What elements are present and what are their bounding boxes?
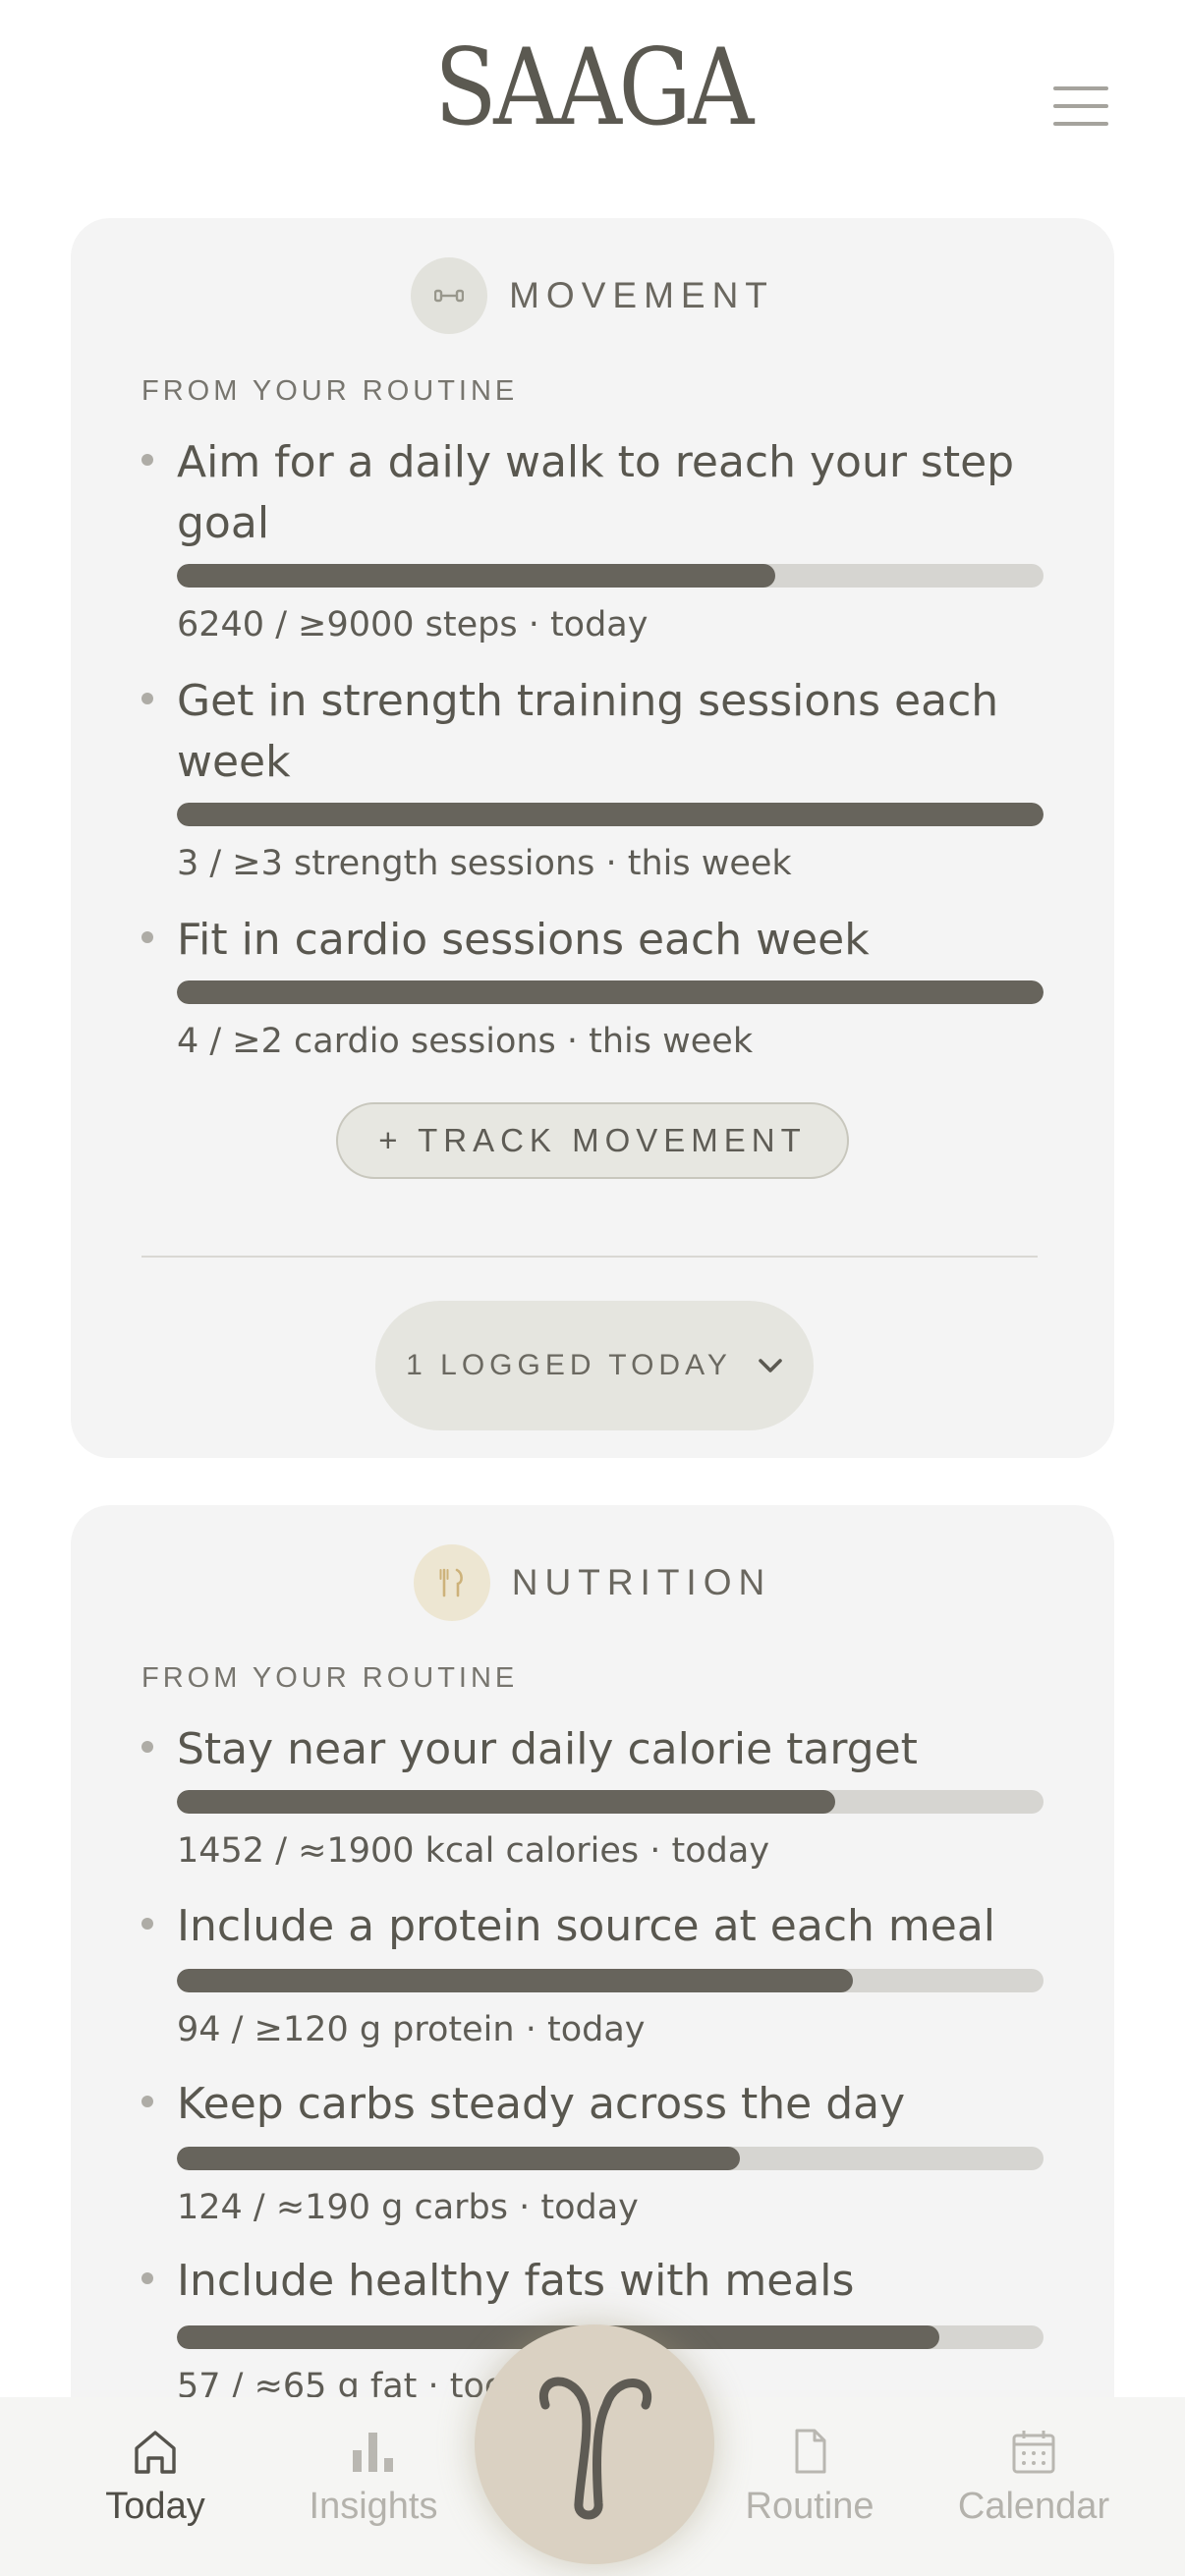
movement-card-header: MOVEMENT bbox=[71, 257, 1114, 334]
goal-meta: 3 / ≥3 strength sessions · this week bbox=[177, 844, 792, 883]
nav-label: Today bbox=[105, 2486, 205, 2527]
track-movement-button[interactable]: + TRACK MOVEMENT bbox=[336, 1102, 849, 1179]
chevron-down-icon bbox=[759, 1359, 782, 1372]
progress-fill bbox=[177, 1790, 836, 1814]
bullet bbox=[141, 2272, 153, 2284]
bar-chart-icon bbox=[353, 2433, 393, 2472]
progress-fill bbox=[177, 803, 1044, 826]
movement-card: MOVEMENT FROM YOUR ROUTINE Aim for a dai… bbox=[71, 218, 1114, 1458]
bullet bbox=[141, 454, 153, 466]
home-icon bbox=[135, 2431, 176, 2474]
nav-item-insights[interactable]: Insights bbox=[275, 2427, 472, 2528]
bullet bbox=[141, 931, 153, 943]
nav-label: Routine bbox=[745, 2486, 875, 2527]
nutrition-section-label: FROM YOUR ROUTINE bbox=[141, 1662, 519, 1694]
logged-today-label: 1 LOGGED TODAY bbox=[406, 1349, 732, 1381]
saaga-monogram-icon bbox=[538, 2377, 652, 2520]
nutrition-card-header: NUTRITION bbox=[71, 1544, 1114, 1621]
goal-meta: 4 / ≥2 cardio sessions · this week bbox=[177, 1022, 754, 1061]
document-icon bbox=[795, 2429, 826, 2474]
goal-text: Fit in cardio sessions each week bbox=[177, 915, 870, 965]
progress-fill bbox=[177, 564, 775, 588]
calendar-icon bbox=[1012, 2431, 1055, 2474]
bullet bbox=[141, 1918, 153, 1930]
nav-item-today[interactable]: Today bbox=[57, 2427, 254, 2528]
goal-meta: 6240 / ≥9000 steps · today bbox=[177, 605, 649, 644]
nav-item-routine[interactable]: Routine bbox=[711, 2427, 908, 2528]
goal-meta: 124 / ≈190 g carbs · today bbox=[177, 2188, 639, 2227]
nav-label: Calendar bbox=[957, 2486, 1110, 2527]
goal-text: Stay near your daily calorie target bbox=[177, 1724, 918, 1774]
goal-text: Keep carbs steady across the day bbox=[177, 2079, 906, 2129]
progress-fill bbox=[177, 2147, 741, 2170]
progress-bar bbox=[177, 803, 1044, 826]
goal-text: Include healthy fats with meals bbox=[177, 2256, 855, 2306]
hamburger-menu-icon[interactable] bbox=[1045, 81, 1116, 132]
goal-text: Include a protein source at each meal bbox=[177, 1901, 996, 1951]
center-action-button[interactable] bbox=[475, 2324, 714, 2564]
nav-item-calendar[interactable]: Calendar bbox=[935, 2427, 1132, 2528]
progress-fill bbox=[177, 1969, 853, 1992]
progress-bar bbox=[177, 980, 1044, 1004]
bullet bbox=[141, 1741, 153, 1753]
progress-fill bbox=[177, 980, 1044, 1004]
logged-today-button[interactable]: 1 LOGGED TODAY bbox=[375, 1301, 814, 1430]
app-logo: SAAGA bbox=[434, 27, 754, 149]
goal-text: Get in strength training sessions each w… bbox=[177, 676, 999, 787]
nutrition-title: NUTRITION bbox=[511, 1562, 772, 1602]
progress-bar bbox=[177, 1969, 1044, 1992]
goal-text: Aim for a daily walk to reach your step … bbox=[177, 437, 1015, 548]
movement-title: MOVEMENT bbox=[509, 275, 774, 315]
progress-bar bbox=[177, 2147, 1044, 2170]
app-header: SAAGA bbox=[0, 0, 1185, 196]
movement-section-label: FROM YOUR ROUTINE bbox=[141, 375, 519, 407]
progress-bar bbox=[177, 564, 1044, 588]
goal-meta: 1452 / ≈1900 kcal calories · today bbox=[177, 1831, 770, 1871]
nav-label: Insights bbox=[309, 2486, 438, 2527]
bullet bbox=[141, 2096, 153, 2107]
progress-bar bbox=[177, 1790, 1044, 1814]
divider bbox=[141, 1256, 1038, 1258]
goal-meta: 94 / ≥120 g protein · today bbox=[177, 2010, 646, 2049]
dumbbell-icon bbox=[411, 257, 488, 334]
fork-knife-icon bbox=[413, 1544, 490, 1621]
bullet bbox=[141, 693, 153, 704]
